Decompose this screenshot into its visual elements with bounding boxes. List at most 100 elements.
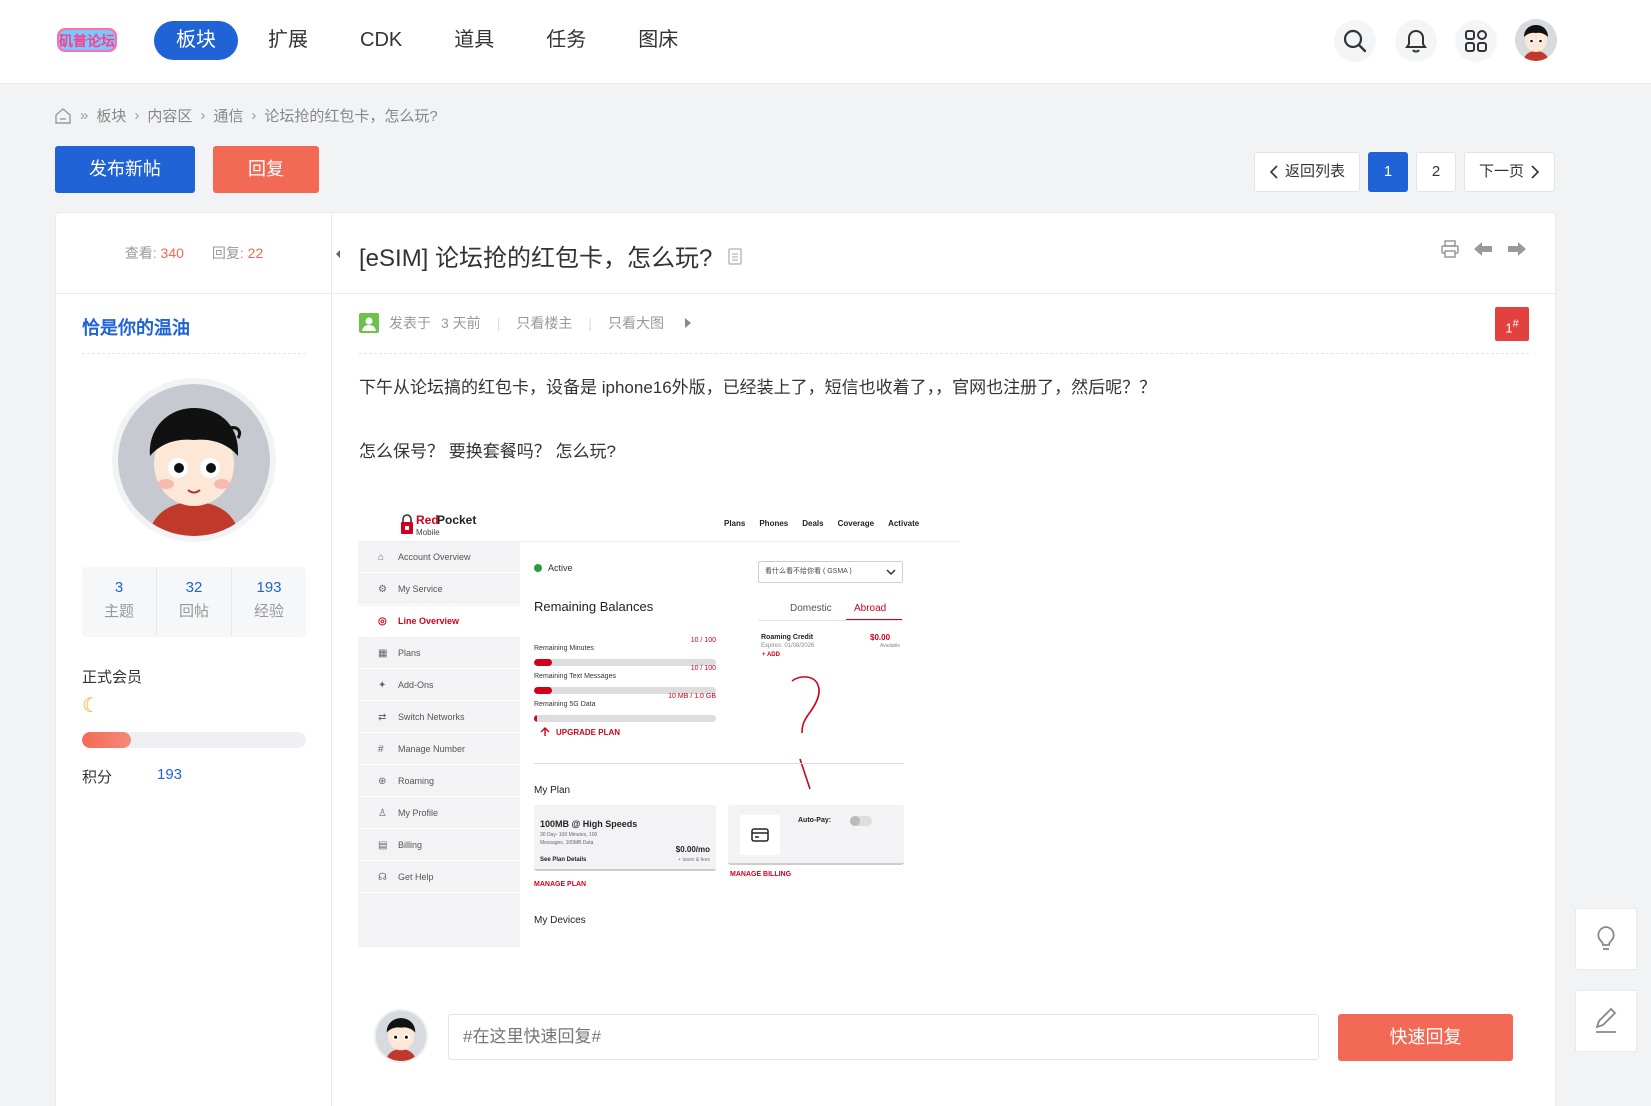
notification-button[interactable]	[1395, 20, 1437, 62]
status-label: Active	[548, 563, 573, 573]
site-logo[interactable]: 矶普论坛	[56, 22, 118, 58]
breadcrumb-item-current[interactable]: 论坛抢的红包卡，怎么玩?	[264, 105, 437, 126]
back-to-list-label: 返回列表	[1285, 163, 1346, 180]
new-post-button[interactable]: 发布新帖	[55, 146, 195, 193]
manage-plan-link[interactable]: MANAGE PLAN	[534, 881, 586, 888]
edit-icon	[1595, 1007, 1617, 1033]
post-body-line2: 怎么保号？ 要换套餐吗？ 怎么玩?	[359, 442, 616, 461]
billing-card: Auto-Pay:	[728, 805, 904, 865]
nav-item-renwu[interactable]: 任务	[524, 21, 608, 60]
breadcrumb-separator: ›	[251, 107, 257, 124]
apps-button[interactable]	[1455, 20, 1497, 62]
manage-billing-link[interactable]: MANAGE BILLING	[730, 871, 791, 878]
user-icon: ♙	[378, 808, 387, 819]
home-icon[interactable]	[54, 107, 72, 125]
compose-button[interactable]	[1575, 990, 1637, 1052]
avatar-icon	[118, 384, 270, 536]
nav-item-tuchuang[interactable]: 图床	[616, 21, 700, 60]
lightbulb-icon	[1597, 926, 1615, 950]
topnav-plans[interactable]: Plans	[724, 519, 745, 528]
copy-icon[interactable]	[726, 246, 744, 266]
caret-right-icon[interactable]	[682, 316, 694, 330]
divider	[82, 353, 306, 354]
stat-posts[interactable]: 32 回帖	[156, 567, 231, 637]
topnav-activate[interactable]: Activate	[888, 519, 919, 528]
side-item-plans[interactable]: ▦ Plans	[358, 638, 520, 669]
back-to-list-button[interactable]: 返回列表	[1254, 152, 1361, 192]
reply-avatar	[374, 1009, 428, 1063]
post-title: [eSIM] 论坛抢的红包卡，怎么玩?	[359, 245, 713, 272]
next-thread-icon[interactable]	[1507, 240, 1527, 258]
nav-item-cdk[interactable]: CDK	[338, 21, 424, 60]
topnav-phones[interactable]: Phones	[759, 519, 788, 528]
side-item-switch-networks[interactable]: ⇄ Switch Networks	[358, 702, 520, 733]
reply-button[interactable]: 回复	[213, 146, 319, 193]
next-page-button[interactable]: 下一页	[1464, 152, 1556, 192]
stat-threads[interactable]: 3 主题	[82, 567, 156, 637]
quick-reply-button[interactable]: 快速回复	[1338, 1014, 1513, 1061]
roaming-add[interactable]: + ADD	[762, 652, 780, 658]
pagination: 返回列表 1 2 下一页	[1254, 152, 1556, 192]
headset-icon: ☊	[378, 872, 387, 883]
side-item-label: Line Overview	[398, 616, 460, 626]
breadcrumb: » 板块 › 内容区 › 通信 › 论坛抢的红包卡，怎么玩?	[54, 105, 438, 126]
breadcrumb-item-tongxin[interactable]: 通信	[213, 105, 243, 126]
roaming-title: Roaming Credit	[761, 634, 814, 641]
divider	[359, 353, 1529, 354]
topnav-coverage[interactable]: Coverage	[838, 519, 874, 528]
side-item-my-profile[interactable]: ♙ My Profile	[358, 798, 520, 829]
plan-taxes: + taxes & fees	[678, 857, 710, 863]
question-mark-annotation-icon	[791, 676, 820, 790]
nav-item-bankuai[interactable]: 板块	[154, 21, 238, 60]
stat-exp[interactable]: 193 经验	[231, 567, 306, 637]
side-item-label: My Profile	[398, 808, 439, 818]
lock-icon	[401, 514, 413, 534]
side-item-add-ons[interactable]: ✦ Add-Ons	[358, 670, 520, 701]
side-item-get-help[interactable]: ☊ Get Help	[358, 862, 520, 893]
nav-item-kuozhan[interactable]: 扩展	[246, 21, 330, 60]
roaming-expires: Expires: 01/08/2026	[761, 643, 815, 649]
print-icon[interactable]	[1441, 240, 1459, 258]
side-item-billing[interactable]: ▤ Billing	[358, 830, 520, 861]
breadcrumb-item-neirongqu[interactable]: 内容区	[147, 105, 192, 126]
autopay-toggle[interactable]	[850, 816, 872, 826]
page-2-button[interactable]: 2	[1416, 152, 1457, 192]
floor-number-badge[interactable]: 1#	[1495, 307, 1529, 341]
side-item-my-service[interactable]: ⚙ My Service	[358, 574, 520, 605]
user-avatar[interactable]	[1515, 19, 1557, 61]
author-avatar[interactable]	[112, 378, 276, 542]
side-item-line-overview[interactable]: ◎ Line Overview	[358, 606, 520, 637]
plan-name: 100MB @ High Speeds	[540, 819, 638, 829]
score-value: 193	[157, 766, 183, 783]
upgrade-plan-label: UPGRADE PLAN	[556, 727, 621, 737]
side-item-manage-number[interactable]: # Manage Number	[358, 734, 520, 765]
prev-thread-icon[interactable]	[1473, 240, 1493, 258]
my-devices-title: My Devices	[534, 915, 586, 926]
topnav-deals[interactable]: Deals	[802, 519, 823, 528]
level-progress-bar	[82, 732, 306, 748]
search-button[interactable]	[1334, 20, 1376, 62]
breadcrumb-item-bankuai[interactable]: 板块	[96, 105, 126, 126]
upgrade-plan-link[interactable]: UPGRADE PLAN	[540, 727, 620, 737]
only-images-link[interactable]: 只看大图	[608, 313, 664, 333]
page-1-button[interactable]: 1	[1368, 152, 1409, 192]
post-image[interactable]: Red Pocket Mobile Plans Phones Deals Cov…	[358, 503, 959, 947]
side-item-roaming[interactable]: ⊕ Roaming	[358, 766, 520, 797]
quick-reply-input[interactable]	[448, 1014, 1319, 1060]
brand-red: Red	[416, 513, 439, 527]
logo-icon: 矶普论坛	[57, 28, 117, 52]
tab-domestic[interactable]: Domestic	[790, 603, 832, 614]
side-item-account-overview[interactable]: ⌂ Account Overview	[358, 542, 520, 573]
tips-button[interactable]	[1575, 908, 1637, 970]
nav-item-daoju[interactable]: 道具	[432, 21, 516, 60]
number-select[interactable]: 看什么看不给你看 ( GSMA )	[758, 561, 903, 583]
next-page-label: 下一页	[1479, 163, 1525, 180]
post-card: 查看: 340 回复: 22 恰是你的温油 3 主题 32 回帖 193 经验 …	[55, 212, 1556, 1106]
billing-icon-box	[740, 815, 780, 855]
member-group: 正式会员	[82, 669, 143, 686]
plan-price: $0.00/mo	[675, 845, 710, 854]
only-op-link[interactable]: 只看楼主	[516, 313, 572, 333]
tab-abroad[interactable]: Abroad	[854, 603, 886, 614]
plan-details-link[interactable]: See Plan Details	[540, 857, 586, 863]
author-name[interactable]: 恰是你的温油	[82, 314, 190, 340]
